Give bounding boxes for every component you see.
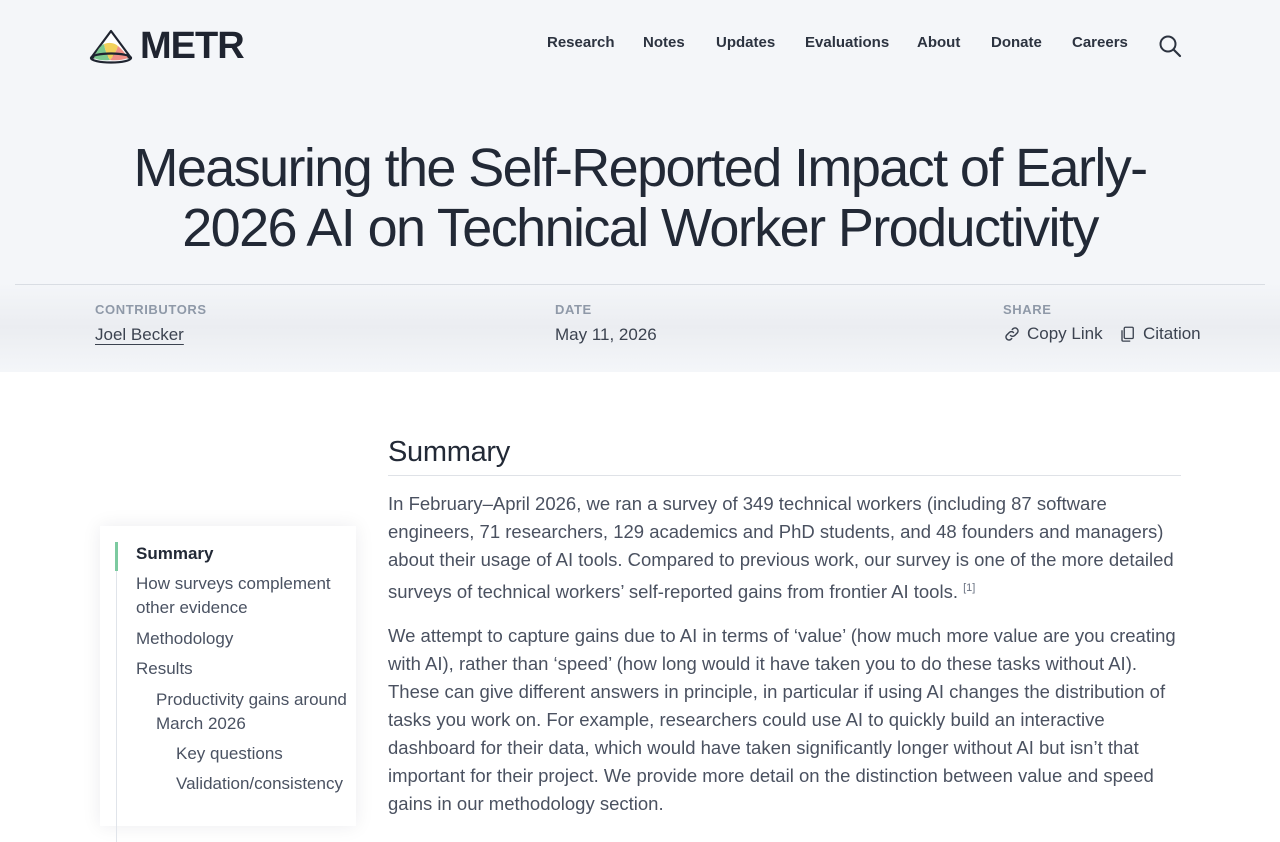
section-heading: Summary — [388, 436, 510, 468]
contributors-label: CONTRIBUTORS — [95, 302, 207, 317]
toc-item-how-surveys[interactable]: How surveys complement other evidence — [136, 572, 346, 620]
nav-evaluations[interactable]: Evaluations — [805, 34, 889, 51]
toc-track — [116, 542, 117, 842]
summary-paragraph-2: We attempt to capture gains due to AI in… — [388, 625, 1176, 814]
toc-item-results[interactable]: Results — [136, 657, 346, 681]
nav-about[interactable]: About — [917, 34, 960, 51]
contributor-link[interactable]: Joel Becker — [95, 325, 184, 344]
citation-button[interactable]: Citation — [1119, 324, 1201, 344]
footnote-ref-1[interactable]: [1] — [963, 582, 975, 594]
meta-divider — [15, 284, 1265, 285]
nav-research[interactable]: Research — [547, 34, 615, 51]
search-icon — [1159, 35, 1182, 58]
nav-careers[interactable]: Careers — [1072, 34, 1128, 51]
link-icon — [1005, 327, 1019, 341]
nav-updates[interactable]: Updates — [716, 34, 775, 51]
search-button[interactable] — [1158, 34, 1182, 58]
nav-donate[interactable]: Donate — [991, 34, 1042, 51]
section-divider — [388, 475, 1181, 476]
nav-notes[interactable]: Notes — [643, 34, 685, 51]
page-title: Measuring the Self-Reported Impact of Ea… — [133, 138, 1148, 258]
toc-item-methodology[interactable]: Methodology — [136, 627, 346, 651]
publish-date: May 11, 2026 — [555, 325, 657, 344]
toc-item-productivity-gains[interactable]: Productivity gains around March 2026 — [156, 688, 352, 736]
toc-active-indicator — [115, 542, 118, 571]
copy-link-button[interactable]: Copy Link — [1003, 324, 1103, 344]
date-label: DATE — [555, 302, 592, 317]
toc-item-validation[interactable]: Validation/consistency — [176, 772, 352, 796]
copy-link-label: Copy Link — [1027, 324, 1103, 343]
paragraph-1-text: In February–April 2026, we ran a survey … — [388, 493, 1174, 603]
citation-label: Citation — [1143, 324, 1201, 343]
toc-item-summary[interactable]: Summary — [136, 542, 346, 566]
share-label: SHARE — [1003, 302, 1052, 317]
logo-text: METR — [140, 24, 245, 67]
metr-logo-icon — [89, 29, 133, 64]
copy-icon — [1121, 326, 1134, 342]
table-of-contents: Summary How surveys complement other evi… — [100, 526, 356, 842]
toc-item-key-questions[interactable]: Key questions — [176, 742, 352, 766]
summary-paragraph-1: In February–April 2026, we ran a survey … — [388, 490, 1183, 606]
logo[interactable]: METR — [88, 24, 245, 67]
